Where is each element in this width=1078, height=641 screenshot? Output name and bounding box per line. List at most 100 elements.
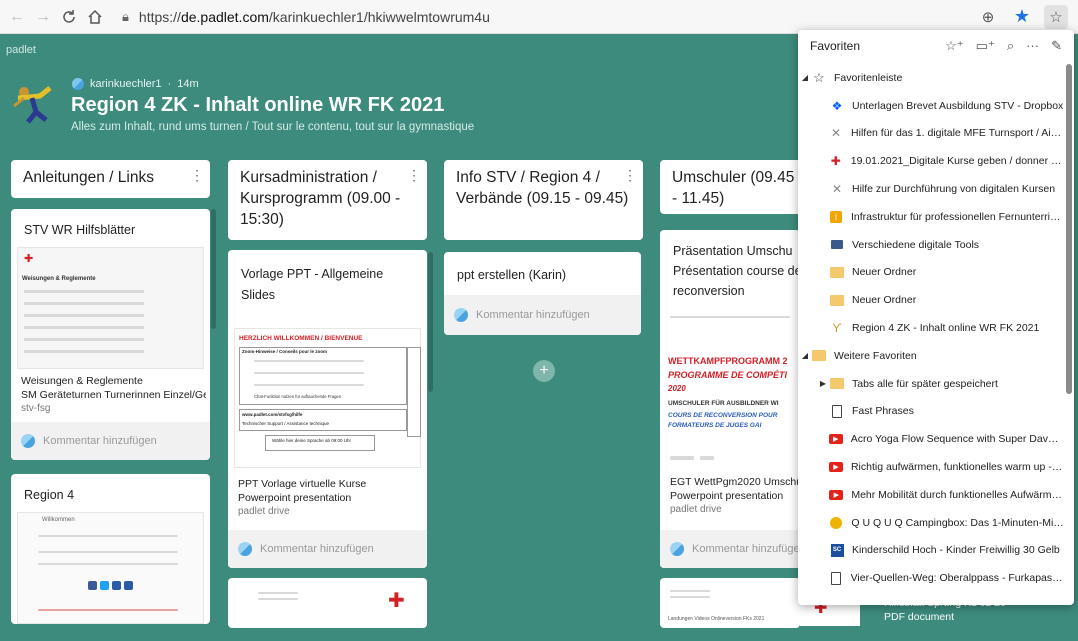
add-comment-button[interactable]: Kommentar hinzufügen	[660, 530, 800, 568]
favorites-folder[interactable]: Neuer Ordner	[798, 259, 1064, 287]
column-header-umschuler[interactable]: Umschuler (09.45 - 11.45)	[660, 160, 810, 214]
thumb-caption: Landungen Videos Onlineversion FKs 2021	[668, 616, 765, 622]
page-icon	[829, 571, 843, 585]
favorites-item[interactable]: ✕ Hilfen für das 1. digitale MFE Turnspor…	[798, 120, 1064, 148]
thumb-blue3: FORMATEURS DE JUGES GAI	[668, 422, 762, 429]
favorites-button[interactable]: ☆	[1044, 4, 1068, 29]
forward-button[interactable]: →	[30, 4, 56, 30]
favorites-item[interactable]: ❖ Unterlagen Brevet Ausbildung STV - Drop…	[798, 92, 1064, 120]
favorites-item-label: Hilfe zur Durchführung von digitalen Kur…	[852, 183, 1056, 196]
author-name[interactable]: karinkuechler1	[90, 78, 162, 90]
youtube-icon: ▶	[829, 488, 844, 502]
pin-icon[interactable]: ✎	[1051, 38, 1062, 54]
padlet-icon	[454, 308, 468, 322]
favorites-panel: Favoriten ☆⁺ ▭⁺ ⌕ ··· ✎ ◢ ☆ Favoritenleist…	[798, 30, 1074, 605]
favorites-list: ◢ ☆ Favoritenleiste ❖ Unterlagen Brevet Ausb…	[798, 64, 1064, 592]
column-header-kursadministration[interactable]: Kursadministration / Kursprogramm (09.00…	[228, 160, 427, 240]
favorites-item[interactable]: ✚ 19.01.2021_Digitale Kurse geben / donne…	[798, 147, 1064, 175]
favorites-item[interactable]: Q U Q U Q Campingbox: Das 1-Minuten-Mini…	[798, 509, 1064, 537]
add-comment-button[interactable]: Kommentar hinzufügen	[228, 530, 427, 568]
back-button[interactable]: ←	[4, 4, 30, 30]
address-bar[interactable]: 🔒︎ https://de.padlet.com/karinkuechler1/…	[122, 9, 490, 25]
favorites-item[interactable]: ϒ Region 4 ZK - Inhalt online WR FK 2021	[798, 314, 1064, 342]
plus-icon: +	[539, 362, 549, 379]
more-horizontal-icon[interactable]: ···	[1026, 38, 1039, 54]
post-card[interactable]: Region 4 Willkommen	[11, 474, 210, 624]
favorites-item-label: Vier-Quellen-Weg: Oberalppass - Furkapas…	[850, 572, 1064, 585]
collapse-arrow-icon[interactable]: ◢	[798, 73, 812, 82]
instagram-icon[interactable]	[112, 581, 121, 590]
dropbox-icon: ❖	[831, 98, 843, 113]
favorites-item[interactable]: ▶ Mehr Mobilität durch funktionelles Aufw…	[798, 481, 1064, 509]
padlet-icon	[72, 78, 84, 90]
post-source: padlet drive	[670, 504, 722, 515]
folder-icon	[812, 349, 826, 363]
favorites-folder[interactable]: Neuer Ordner	[798, 286, 1064, 314]
search-icon[interactable]: ⌕	[1007, 38, 1014, 54]
browser-toolbar: ← → 🔒︎ https://de.padlet.com/karinkuechl…	[0, 0, 1078, 34]
post-card[interactable]: Landungen Videos Onlineversion FKs 2021	[660, 578, 800, 628]
post-card[interactable]: ✚	[228, 578, 427, 628]
refresh-button[interactable]	[56, 4, 82, 30]
plus-circle-icon: ⊕	[981, 8, 995, 26]
expand-arrow-icon[interactable]: ▶	[816, 379, 830, 388]
post-title: Region 4	[24, 488, 75, 502]
favorites-folder[interactable]: ◢ Weitere Favoriten	[798, 342, 1064, 370]
favorites-item-label: Infrastruktur für professionellen Fernun…	[850, 210, 1064, 223]
thumb-link: www.padlet.com/stvfsg/hilfe	[242, 412, 303, 417]
twitter-icon[interactable]	[100, 581, 109, 590]
add-favorite-icon[interactable]: ☆⁺	[945, 38, 964, 54]
add-comment-button[interactable]: Kommentar hinzufügen	[11, 422, 210, 460]
post-card[interactable]: Vorlage PPT - Allgemeine Slides HERZLICH…	[228, 250, 427, 568]
more-vertical-icon[interactable]: ⋮	[623, 166, 637, 185]
favorites-folder[interactable]: ◢ ☆ Favoritenleiste	[798, 64, 1064, 92]
column-scrollbar[interactable]	[211, 209, 216, 329]
post-card[interactable]: ppt erstellen (Karin) Kommentar hinzufüg…	[444, 252, 641, 335]
more-vertical-icon[interactable]: ⋮	[407, 166, 421, 185]
thumb-lang: Wähle hier deine Sprache ab 09:00 Uhr	[272, 438, 352, 443]
favorites-item[interactable]: ▶ Richtig aufwärmen, funktionelles warm u…	[798, 453, 1064, 481]
favorites-item-label: Q U Q U Q Campingbox: Das 1-Minuten-Mini…	[851, 516, 1064, 529]
column-header-anleitungen[interactable]: Anleitungen / Links ⋮	[11, 160, 210, 198]
mail-icon[interactable]	[124, 581, 133, 590]
favorites-item-label: Tabs alle für später gespeichert	[852, 377, 998, 390]
favorites-item[interactable]: ✕ Hilfe zur Durchführung von digitalen Ku…	[798, 175, 1064, 203]
thumb-blue1: UMSCHULER FÜR AUSBILDNER WI	[668, 400, 779, 407]
favorites-scrollbar[interactable]	[1066, 64, 1072, 394]
padlet-logo[interactable]: padlet	[6, 44, 36, 56]
favorites-item[interactable]: Verschiedene digitale Tools	[798, 231, 1064, 259]
favorites-item-label: 19.01.2021_Digitale Kurse geben / donner…	[850, 155, 1064, 168]
column-scrollbar[interactable]	[428, 252, 433, 392]
favorites-item[interactable]: SC Kinderschild Hoch - Kinder Freiwillig …	[798, 537, 1064, 565]
post-card[interactable]: STV WR Hilfsblätter ✚ Weisungen & Reglem…	[11, 209, 210, 460]
column-header-info-stv[interactable]: Info STV / Region 4 / Verbände (09.15 - …	[444, 160, 643, 240]
post-body-title: Weisungen & Reglemente	[21, 375, 143, 387]
padlet-icon	[670, 542, 684, 556]
more-vertical-icon[interactable]: ⋮	[190, 166, 204, 185]
collapse-arrow-icon[interactable]: ◢	[798, 351, 812, 360]
home-button[interactable]	[82, 4, 108, 30]
favorites-title: Favoriten	[810, 39, 861, 53]
add-tab-button[interactable]: ⊕	[976, 5, 1000, 29]
comment-label: Kommentar hinzufügen	[43, 435, 157, 447]
facebook-icon[interactable]	[88, 581, 97, 590]
youtube-icon: ▶	[828, 432, 843, 446]
comment-label: Kommentar hinzufügen	[260, 543, 374, 555]
board-subtitle: Alles zum Inhalt, rund ums turnen / Tout…	[71, 121, 475, 133]
post-body-sub: Powerpoint presentation	[670, 490, 784, 502]
favorites-item-label: Kinderschild Hoch - Kinder Freiwillig 30…	[852, 544, 1060, 557]
favorites-folder[interactable]: ▶ Tabs alle für später gespeichert	[798, 370, 1064, 398]
post-card[interactable]: Präsentation Umschu Présentation course …	[660, 230, 800, 568]
post-body-title: PPT Vorlage virtuelle Kurse	[238, 478, 367, 490]
favorites-item[interactable]: ▶ Acro Yoga Flow Sequence with Super Dave…	[798, 425, 1064, 453]
thumb-heading3: 2020	[668, 384, 686, 393]
favorites-item[interactable]: i Infrastruktur für professionellen Fernu…	[798, 203, 1064, 231]
add-comment-button[interactable]: Kommentar hinzufügen	[444, 295, 641, 335]
favorites-item-label: Mehr Mobilität durch funktionelles Aufwä…	[851, 488, 1064, 501]
add-folder-icon[interactable]: ▭⁺	[976, 38, 995, 54]
padlet-icon	[21, 434, 35, 448]
favorites-item[interactable]: Vier-Quellen-Weg: Oberalppass - Furkapas…	[798, 564, 1064, 592]
add-post-button[interactable]: +	[533, 360, 555, 382]
favorites-item[interactable]: Fast Phrases	[798, 398, 1064, 426]
favorite-star-button[interactable]: ★	[1010, 5, 1034, 29]
